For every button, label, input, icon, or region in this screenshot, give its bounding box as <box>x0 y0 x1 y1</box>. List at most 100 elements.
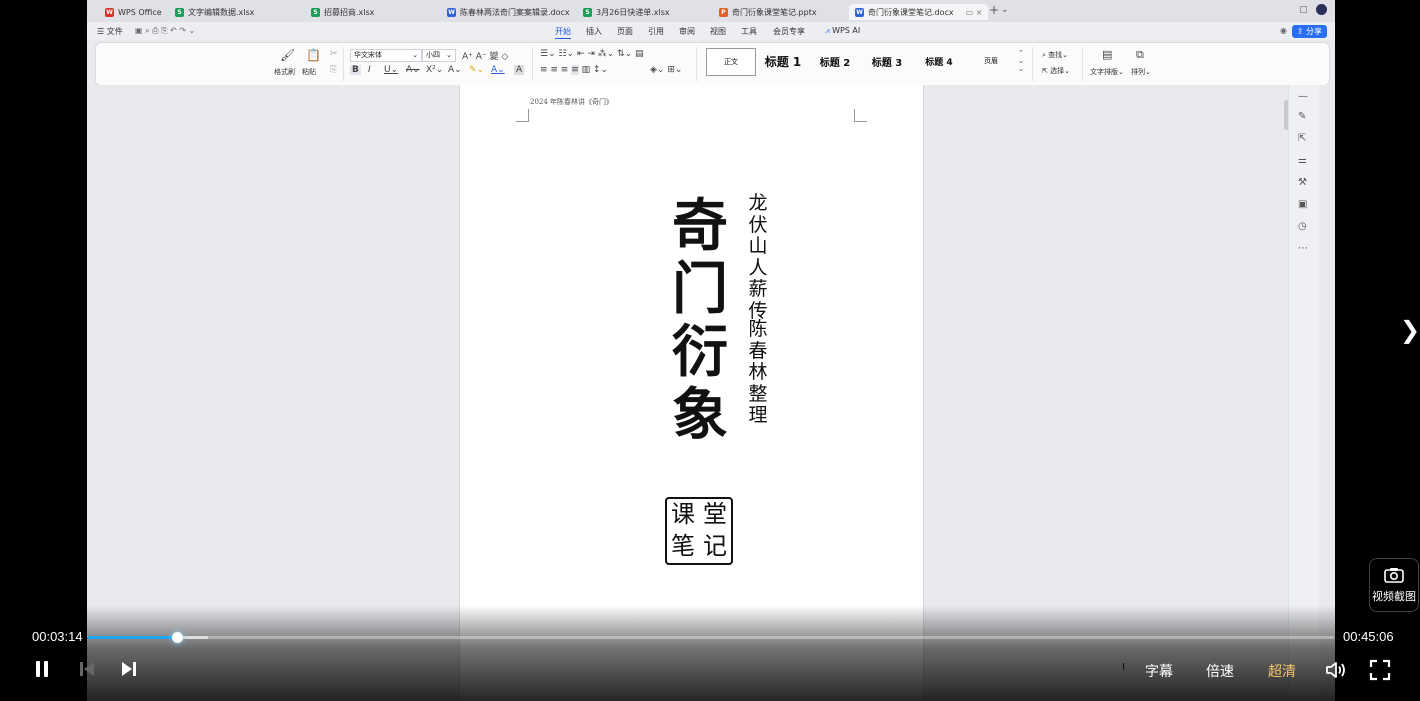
tab-document-1[interactable]: W 陈春林两法奇门案案辑录.docx <box>447 4 570 20</box>
search-icon: ⌕ <box>1042 51 1046 59</box>
avatar[interactable] <box>1316 4 1327 15</box>
menu-wps-ai[interactable]: ⩘ WPS AI <box>825 26 860 36</box>
next-button[interactable] <box>120 658 138 685</box>
select-button[interactable]: ⇱ 选择⌄ <box>1042 66 1070 76</box>
pause-icon <box>36 661 48 677</box>
styles-scroll-icon[interactable]: ⌃ ⌄ ⌄ <box>1018 49 1024 73</box>
sliders-icon[interactable]: ⚌ <box>1298 155 1307 166</box>
close-icon[interactable]: ▭ × <box>966 8 983 17</box>
font-name-select[interactable]: 华文宋体 ⌄ <box>350 49 422 62</box>
video-snapshot-button[interactable]: 视频截图 <box>1369 558 1419 612</box>
font-size-select[interactable]: 小四 ⌄ <box>422 49 456 62</box>
window-restore-icon[interactable]: ▢ <box>1299 5 1308 15</box>
font-tools-icons[interactable]: A⁺ A⁻ 變 ◇ <box>462 49 508 62</box>
style-normal[interactable]: 正文 <box>706 48 756 76</box>
arrange-icon[interactable]: ⧉ <box>1136 48 1144 62</box>
spreadsheet-icon: S <box>175 7 184 17</box>
bold-icon[interactable]: B <box>350 65 361 75</box>
menu-home[interactable]: 开始 <box>555 26 571 39</box>
tab-spreadsheet-3[interactable]: S 3月26日快递单.xlsx <box>583 4 670 20</box>
ai-icon: ⩘ <box>825 26 830 35</box>
player-control-gradient <box>0 605 1420 701</box>
cover-subtitle-lineage: 龙 伏 山 人 薪 传 <box>748 192 768 322</box>
tools-icon[interactable]: ⚒ <box>1298 177 1307 188</box>
progress-bar[interactable] <box>88 632 1334 643</box>
menu-insert[interactable]: 插入 <box>586 26 602 37</box>
style-heading-4[interactable]: 标题 4 <box>916 48 962 74</box>
paste-icon[interactable]: 📋 <box>306 48 321 62</box>
document-icon: W <box>855 7 864 17</box>
shading-border-icons[interactable]: ◈⌄ ⊞⌄ <box>650 65 682 75</box>
quality-button[interactable]: 超清 <box>1268 661 1296 681</box>
list-icons[interactable]: ☰⌄ ☷⌄ ⇤ ⇥ ⁂⌄ ⇅⌄ ▤ <box>540 49 644 59</box>
style-header[interactable]: 页眉 <box>968 48 1014 74</box>
progress-handle[interactable] <box>171 632 183 643</box>
skip-previous-icon <box>80 662 94 676</box>
menu-view[interactable]: 视图 <box>710 26 726 37</box>
wps-logo-icon: W <box>105 7 114 17</box>
camera-icon <box>1370 567 1418 588</box>
total-duration: 00:45:06 <box>1343 629 1394 644</box>
tab-presentation[interactable]: P 奇门衍象课堂笔记.pptx <box>719 4 817 20</box>
copy-icon[interactable]: ⎘ <box>330 65 337 75</box>
more-icon[interactable]: ⋯ <box>1298 243 1308 254</box>
paste-button[interactable]: 粘贴 <box>302 67 316 77</box>
tab-spreadsheet-2[interactable]: S 招募招商.xlsx <box>311 4 374 20</box>
menu-references[interactable]: 引用 <box>648 26 664 37</box>
menu-member[interactable]: 会员专享 <box>773 26 805 37</box>
style-heading-3[interactable]: 标题 3 <box>864 48 910 74</box>
chevron-down-icon[interactable]: ⌄ <box>1001 5 1009 15</box>
underline-icon[interactable]: U⌄ <box>384 65 398 75</box>
subtitle-button[interactable]: 字幕 <box>1145 661 1173 681</box>
font-color-icon[interactable]: A⌄ <box>491 65 505 75</box>
style-heading-1[interactable]: 标题 1 <box>760 48 806 74</box>
format-painter-button[interactable]: 格式刷 <box>274 67 295 77</box>
cut-icon[interactable]: ✂ <box>330 49 338 59</box>
tab-spreadsheet-1[interactable]: S 文字编辑数据.xlsx <box>175 4 254 20</box>
highlight-icon[interactable]: ✎⌄ <box>469 65 484 75</box>
menu-tools[interactable]: 工具 <box>741 26 757 37</box>
cursor-select-icon: ⇱ <box>1042 67 1048 75</box>
text-effect-icon[interactable]: A⌄ <box>448 65 462 75</box>
arrange-button[interactable]: 排列⌄ <box>1131 67 1151 77</box>
text-layout-icon[interactable]: ▤ <box>1102 48 1112 61</box>
text-layout-button[interactable]: 文字排版⌄ <box>1090 67 1124 77</box>
chevron-down-icon: ⌄ <box>412 51 418 59</box>
eye-icon[interactable]: ◉ <box>1280 26 1287 35</box>
new-tab-icon[interactable]: + <box>989 3 999 17</box>
align-icons[interactable]: ≡ ≡ ≡ ≡ ▥ ↕⌄ <box>540 65 608 75</box>
quick-access-icons[interactable]: ▣ ⌕ ⎙ ⎘ ↶ ↷ ⌄ <box>135 26 195 36</box>
menu-bar: ☰ 文件 ▣ ⌕ ⎙ ⎘ ↶ ↷ ⌄ 开始 插入 页面 引用 审阅 视图 工具 … <box>87 22 1335 40</box>
tab-document-active[interactable]: W 奇门衍象课堂笔记.docx ▭ × <box>849 4 989 20</box>
fullscreen-button[interactable] <box>1369 659 1391 686</box>
menu-file[interactable]: ☰ 文件 <box>97 26 123 37</box>
style-heading-2[interactable]: 标题 2 <box>812 48 858 74</box>
pen-icon[interactable]: ✎ <box>1298 111 1306 122</box>
volume-button[interactable] <box>1324 659 1348 686</box>
share-button[interactable]: ⇪ 分享 <box>1291 25 1327 38</box>
tab-wps-office[interactable]: W WPS Office <box>105 4 162 20</box>
spreadsheet-icon: S <box>583 7 592 17</box>
history-icon[interactable]: ◷ <box>1298 221 1307 232</box>
video-frame[interactable]: W WPS Office S 文字编辑数据.xlsx S 招募招商.xlsx W… <box>87 0 1335 701</box>
superscript-icon[interactable]: X²⌄ <box>426 65 443 75</box>
collapse-icon[interactable]: — <box>1298 91 1308 102</box>
pause-button[interactable] <box>34 658 50 685</box>
spreadsheet-icon: S <box>311 7 320 17</box>
menu-page[interactable]: 页面 <box>617 26 633 37</box>
italic-icon[interactable]: I <box>368 65 371 75</box>
previous-button[interactable] <box>78 658 96 685</box>
image-icon[interactable]: ▣ <box>1298 199 1307 210</box>
snapshot-label: 视频截图 <box>1372 591 1416 603</box>
find-button[interactable]: ⌕ 查找⌄ <box>1042 50 1068 60</box>
format-painter-icon[interactable]: 🖌 <box>280 48 295 62</box>
playback-speed-button[interactable]: 倍速 <box>1206 661 1234 681</box>
page-header: 2024 年陈春林讲《奇门》 <box>530 98 614 106</box>
cursor-icon[interactable]: ⇱ <box>1298 133 1306 144</box>
strikethrough-icon[interactable]: A⌄ <box>406 65 420 75</box>
char-shading-icon[interactable]: A <box>514 65 525 75</box>
current-time: 00:03:14 <box>32 629 83 644</box>
ribbon-divider <box>532 47 533 81</box>
chevron-right-icon[interactable]: ❯ <box>1400 316 1420 344</box>
menu-review[interactable]: 审阅 <box>679 26 695 37</box>
